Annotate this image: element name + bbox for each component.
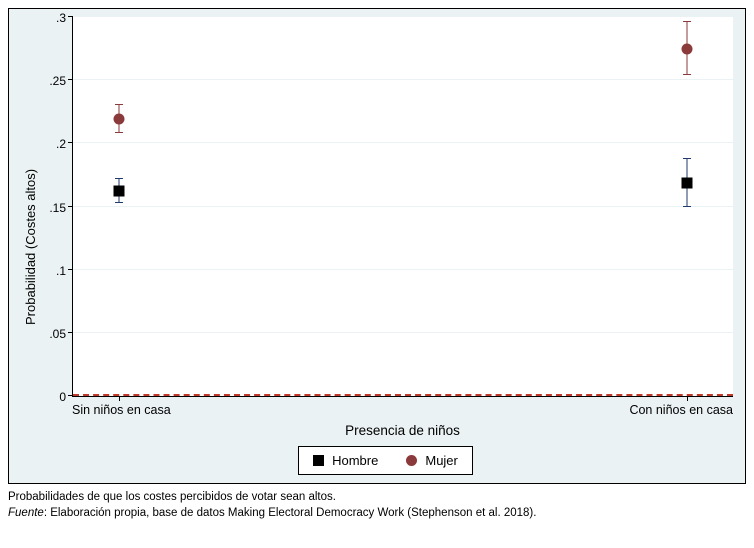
plot-wrap: 0.05.1.15.2.25.3 Sin niños en casa Con n… — [38, 17, 733, 477]
circle-icon — [406, 455, 417, 466]
square-icon — [681, 177, 692, 188]
legend: Hombre Mujer — [298, 446, 473, 475]
square-icon — [313, 455, 324, 466]
x-tick-labels: Sin niños en casa Con niños en casa — [72, 397, 733, 419]
y-tick-mark — [68, 332, 73, 333]
legend-label-mujer: Mujer — [425, 453, 458, 468]
ci-cap — [115, 202, 123, 203]
y-tick-labels: 0.05.1.15.2.25.3 — [38, 17, 72, 397]
footnote-source-text: : Elaboración propia, base de datos Maki… — [44, 507, 537, 519]
y-tick-label: .3 — [56, 11, 66, 25]
chart-frame: Probabilidad (Costes altos) 0 .05 .1 .15 .2.… — [8, 8, 746, 484]
x-tick-mark — [687, 396, 688, 401]
x-tick-left: Sin niños en casa — [72, 403, 171, 417]
footnote-source: Fuente: Elaboración propia, base de dato… — [8, 506, 746, 522]
circle-icon — [681, 43, 692, 54]
circle-icon — [114, 114, 125, 125]
ci-cap — [115, 132, 123, 133]
ci-cap — [683, 74, 691, 75]
y-tick-label: .1 — [56, 264, 66, 278]
plot-row: 0.05.1.15.2.25.3 — [38, 17, 733, 397]
reference-line — [73, 394, 733, 396]
footnote-line1: Probabilidades de que los costes percibi… — [8, 490, 746, 506]
gridline — [73, 269, 733, 270]
ci-cap — [683, 158, 691, 159]
y-tick-label: .25 — [49, 74, 66, 88]
y-axis-title: Probabilidad (Costes altos) — [21, 17, 38, 477]
gridline — [73, 79, 733, 80]
y-tick-mark — [68, 16, 73, 17]
y-tick-mark — [68, 142, 73, 143]
y-tick-mark — [68, 79, 73, 80]
ci-cap — [115, 104, 123, 105]
chart-area: Probabilidad (Costes altos) 0 .05 .1 .15 .2.… — [21, 17, 733, 477]
y-tick-label: .2 — [56, 137, 66, 151]
legend-item-hombre: Hombre — [313, 453, 378, 468]
legend-item-mujer: Mujer — [406, 453, 458, 468]
gridline — [73, 142, 733, 143]
y-tick-label: .15 — [49, 201, 66, 215]
x-tick-mark — [119, 396, 120, 401]
gridline — [73, 206, 733, 207]
gridline — [73, 332, 733, 333]
footnote: Probabilidades de que los costes percibi… — [8, 490, 746, 521]
ci-cap — [683, 21, 691, 22]
ci-cap — [683, 206, 691, 207]
y-tick-label: .05 — [49, 327, 66, 341]
y-tick-label: 0 — [59, 390, 66, 404]
ci-cap — [115, 178, 123, 179]
x-axis-title: Presencia de niños — [72, 423, 733, 438]
x-tick-right: Con niños en casa — [629, 403, 733, 417]
plot-area — [72, 17, 733, 397]
y-tick-mark — [68, 206, 73, 207]
legend-label-hombre: Hombre — [332, 453, 378, 468]
footnote-source-label: Fuente — [8, 507, 44, 519]
gridline — [73, 16, 733, 17]
y-tick-mark — [68, 269, 73, 270]
square-icon — [114, 186, 125, 197]
